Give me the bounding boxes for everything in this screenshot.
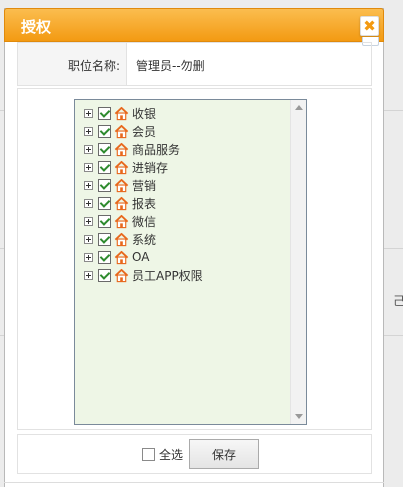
expand-icon[interactable]: [84, 234, 93, 244]
position-value: 管理员--勿删: [136, 59, 205, 73]
tree-scrollbar[interactable]: [290, 100, 306, 424]
home-icon: [114, 268, 129, 283]
position-info-row: 职位名称: 管理员--勿删: [17, 42, 372, 86]
save-button[interactable]: 保存: [189, 439, 259, 469]
home-icon: [114, 214, 129, 229]
tree-item[interactable]: 进销存: [84, 158, 203, 176]
tree-item-label[interactable]: 会员: [132, 123, 156, 140]
home-icon: [114, 106, 129, 121]
tree-item-label[interactable]: 系统: [132, 231, 156, 248]
home-icon: [114, 160, 129, 175]
permission-tree-panel: 收银 会员 商品服务 进销存 营销 报表 微信 系统 OA 员工APP权限: [17, 88, 372, 430]
tree-item[interactable]: 员工APP权限: [84, 266, 203, 284]
home-icon: [114, 232, 129, 247]
expand-icon[interactable]: [84, 180, 93, 190]
tree-checkbox[interactable]: [98, 232, 111, 246]
home-icon: [114, 250, 129, 265]
tree-checkbox[interactable]: [98, 250, 111, 264]
tree-list: 收银 会员 商品服务 进销存 营销 报表 微信 系统 OA 员工APP权限: [84, 104, 203, 284]
dialog-title: 授权: [21, 18, 52, 36]
tree-checkbox[interactable]: [98, 106, 111, 120]
tree-checkbox[interactable]: [98, 214, 111, 228]
position-label-cell: 职位名称:: [18, 43, 127, 85]
scroll-down-icon[interactable]: [295, 414, 303, 419]
dialog-titlebar[interactable]: 授权 ✖: [4, 8, 384, 42]
tree-item-label[interactable]: 微信: [132, 213, 156, 230]
tree-item[interactable]: 会员: [84, 122, 203, 140]
tree-item[interactable]: 商品服务: [84, 140, 203, 158]
tree-item-label[interactable]: OA: [132, 250, 149, 264]
tree-item[interactable]: 微信: [84, 212, 203, 230]
tree-item-label[interactable]: 商品服务: [132, 141, 180, 158]
expand-icon[interactable]: [84, 216, 93, 226]
tree-item-label[interactable]: 收银: [132, 105, 156, 122]
expand-icon[interactable]: [84, 162, 93, 172]
home-icon: [114, 124, 129, 139]
tree-item-label[interactable]: 营销: [132, 177, 156, 194]
expand-icon[interactable]: [84, 126, 93, 136]
expand-icon[interactable]: [84, 144, 93, 154]
tree-item-label[interactable]: 员工APP权限: [132, 267, 203, 284]
close-icon: ✖: [363, 17, 376, 35]
tree-item[interactable]: 报表: [84, 194, 203, 212]
select-all-label: 全选: [159, 448, 184, 462]
home-icon: [114, 178, 129, 193]
home-icon: [114, 196, 129, 211]
tree-item[interactable]: OA: [84, 248, 203, 266]
home-icon: [114, 142, 129, 157]
tree-checkbox[interactable]: [98, 268, 111, 282]
select-all-checkbox[interactable]: [142, 448, 155, 461]
tree-item[interactable]: 营销: [84, 176, 203, 194]
tree-item[interactable]: 收银: [84, 104, 203, 122]
tree-item[interactable]: 系统: [84, 230, 203, 248]
tree-item-label[interactable]: 进销存: [132, 159, 168, 176]
expand-icon[interactable]: [84, 198, 93, 208]
scroll-up-icon[interactable]: [295, 105, 303, 110]
expand-icon[interactable]: [84, 270, 93, 280]
tree-checkbox[interactable]: [98, 124, 111, 138]
tree-checkbox[interactable]: [98, 178, 111, 192]
tree-checkbox[interactable]: [98, 160, 111, 174]
background-text: 己: [393, 294, 403, 308]
tree-item-label[interactable]: 报表: [132, 195, 156, 212]
dialog-footer: 全选 保存: [17, 434, 372, 474]
expand-icon[interactable]: [84, 252, 93, 262]
dialog-bottom-border: [4, 482, 384, 483]
tree-checkbox[interactable]: [98, 196, 111, 210]
select-all-toggle[interactable]: 全选: [142, 446, 183, 463]
expand-icon[interactable]: [84, 108, 93, 118]
close-button[interactable]: ✖: [360, 16, 379, 36]
permission-tree[interactable]: 收银 会员 商品服务 进销存 营销 报表 微信 系统 OA 员工APP权限: [74, 99, 307, 425]
position-label: 职位名称:: [67, 59, 120, 73]
tree-checkbox[interactable]: [98, 142, 111, 156]
